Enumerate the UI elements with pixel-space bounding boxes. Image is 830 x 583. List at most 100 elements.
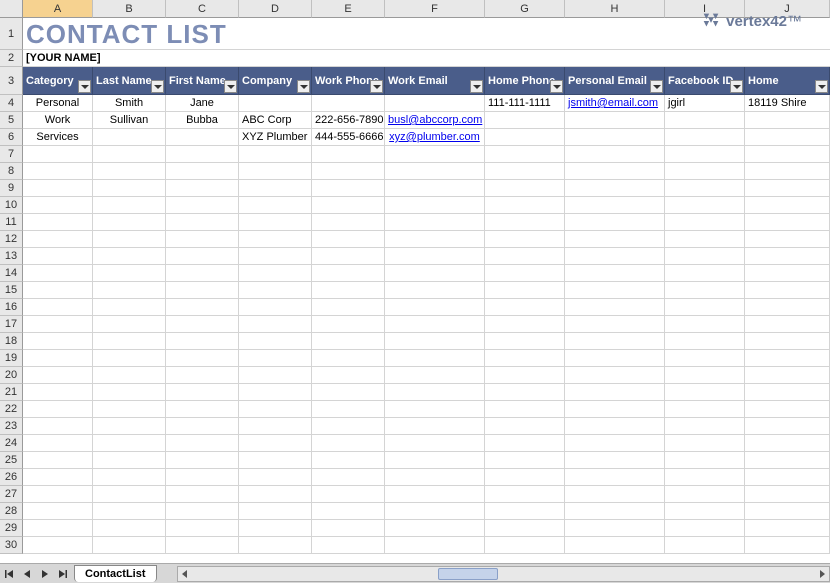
cell[interactable] — [385, 401, 485, 418]
cell[interactable] — [745, 452, 830, 469]
cell[interactable] — [565, 316, 665, 333]
cell[interactable] — [239, 384, 312, 401]
cell[interactable] — [23, 180, 93, 197]
cell[interactable] — [239, 282, 312, 299]
cell[interactable] — [565, 248, 665, 265]
cell[interactable] — [93, 503, 166, 520]
cell[interactable] — [385, 384, 485, 401]
cell[interactable] — [485, 418, 565, 435]
cell[interactable] — [385, 316, 485, 333]
cell[interactable] — [565, 486, 665, 503]
cell[interactable] — [312, 401, 385, 418]
select-all-corner[interactable] — [0, 0, 23, 18]
filter-dropdown-icon[interactable] — [650, 80, 663, 93]
scroll-left-icon[interactable] — [178, 567, 192, 581]
cell[interactable] — [745, 180, 830, 197]
row-header[interactable]: 29 — [0, 520, 23, 537]
row-header[interactable]: 9 — [0, 180, 23, 197]
cell[interactable] — [239, 146, 312, 163]
cell[interactable] — [745, 299, 830, 316]
cell[interactable]: Personal — [23, 95, 93, 112]
cell[interactable] — [23, 163, 93, 180]
cell[interactable] — [745, 197, 830, 214]
cell[interactable] — [312, 537, 385, 554]
table-column-header[interactable]: Home — [745, 67, 830, 95]
cell[interactable] — [665, 146, 745, 163]
cell[interactable] — [93, 435, 166, 452]
cell[interactable] — [312, 452, 385, 469]
cell[interactable] — [665, 299, 745, 316]
cell[interactable] — [239, 469, 312, 486]
cell[interactable] — [166, 214, 239, 231]
filter-dropdown-icon[interactable] — [370, 80, 383, 93]
cell[interactable] — [93, 350, 166, 367]
row-header[interactable]: 5 — [0, 112, 23, 129]
cell[interactable] — [385, 214, 485, 231]
cell[interactable] — [385, 503, 485, 520]
cell[interactable] — [93, 282, 166, 299]
row-header[interactable]: 15 — [0, 282, 23, 299]
cell[interactable] — [166, 265, 239, 282]
cell[interactable]: Sullivan — [93, 112, 166, 129]
cell[interactable] — [312, 384, 385, 401]
cell[interactable] — [312, 469, 385, 486]
cell[interactable] — [312, 503, 385, 520]
cell[interactable] — [23, 367, 93, 384]
table-column-header[interactable]: Work Email — [385, 67, 485, 95]
cell[interactable] — [385, 520, 485, 537]
cell[interactable] — [93, 18, 166, 50]
row-header[interactable]: 23 — [0, 418, 23, 435]
cell[interactable] — [485, 282, 565, 299]
cell[interactable] — [239, 248, 312, 265]
cell[interactable] — [239, 537, 312, 554]
row-header[interactable]: 2 — [0, 50, 23, 67]
cell[interactable] — [23, 333, 93, 350]
cell[interactable] — [239, 503, 312, 520]
filter-dropdown-icon[interactable] — [297, 80, 310, 93]
cell[interactable] — [565, 384, 665, 401]
cell[interactable] — [665, 231, 745, 248]
cell[interactable] — [665, 50, 745, 67]
cell[interactable] — [565, 503, 665, 520]
horizontal-scrollbar[interactable] — [177, 566, 830, 582]
cell[interactable] — [93, 163, 166, 180]
cell[interactable] — [166, 486, 239, 503]
cell[interactable] — [485, 248, 565, 265]
cell[interactable] — [239, 520, 312, 537]
cell[interactable] — [385, 146, 485, 163]
cell[interactable]: Work — [23, 112, 93, 129]
cell[interactable]: busl@abccorp.com — [385, 112, 485, 129]
cell[interactable] — [485, 129, 565, 146]
cell[interactable] — [239, 299, 312, 316]
row-header[interactable]: 12 — [0, 231, 23, 248]
filter-dropdown-icon[interactable] — [224, 80, 237, 93]
cell[interactable] — [239, 452, 312, 469]
table-column-header[interactable]: Company — [239, 67, 312, 95]
cell[interactable] — [485, 520, 565, 537]
column-header[interactable]: C — [166, 0, 239, 18]
row-header[interactable]: 18 — [0, 333, 23, 350]
cell[interactable] — [385, 537, 485, 554]
cell[interactable] — [239, 486, 312, 503]
table-column-header[interactable]: First Name — [166, 67, 239, 95]
cell[interactable] — [23, 146, 93, 163]
cell[interactable] — [239, 418, 312, 435]
cell[interactable] — [665, 129, 745, 146]
cell[interactable] — [23, 486, 93, 503]
cell[interactable] — [385, 418, 485, 435]
cell[interactable] — [93, 129, 166, 146]
cell[interactable] — [93, 248, 166, 265]
row-header[interactable]: 26 — [0, 469, 23, 486]
cell[interactable] — [93, 469, 166, 486]
table-column-header[interactable]: Last Name — [93, 67, 166, 95]
cell[interactable] — [745, 146, 830, 163]
cell[interactable] — [665, 248, 745, 265]
cell[interactable] — [23, 265, 93, 282]
cell[interactable] — [166, 282, 239, 299]
cell[interactable] — [93, 520, 166, 537]
cell[interactable] — [385, 350, 485, 367]
cell[interactable] — [23, 537, 93, 554]
cell[interactable] — [312, 350, 385, 367]
cell[interactable] — [93, 265, 166, 282]
cell[interactable] — [23, 299, 93, 316]
